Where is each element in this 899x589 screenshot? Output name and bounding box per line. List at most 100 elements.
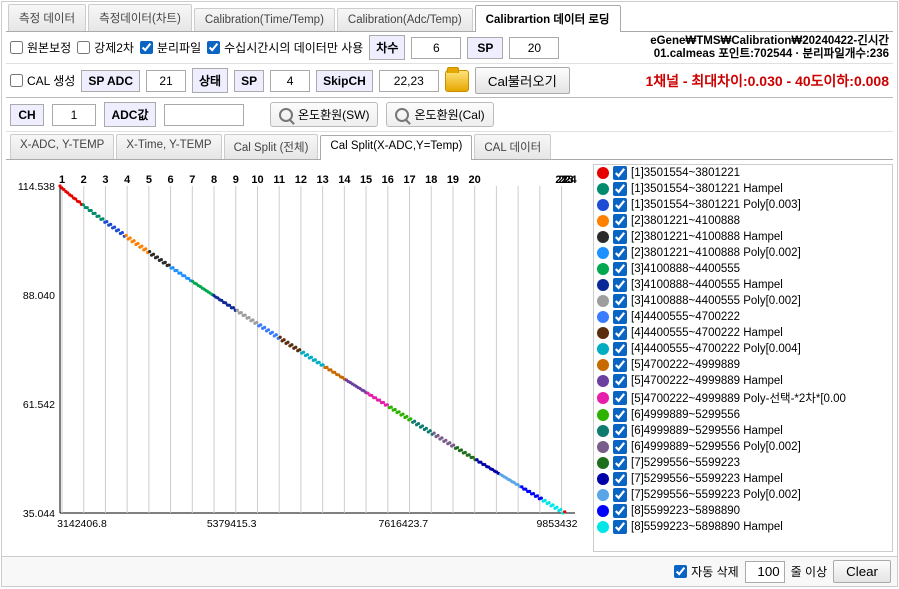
legend-item[interactable]: [6]4999889~5299556 Hampel: [594, 423, 892, 439]
legend-checkbox[interactable]: [613, 278, 627, 292]
legend-checkbox[interactable]: [613, 488, 627, 502]
val-ch[interactable]: 1: [52, 104, 96, 126]
legend-item[interactable]: [1]3501554~3801221 Hampel: [594, 181, 892, 197]
chk-auto-delete-box[interactable]: [674, 565, 687, 578]
legend-checkbox[interactable]: [613, 472, 627, 486]
legend-item[interactable]: [3]4100888~4400555 Poly[0.002]: [594, 293, 892, 309]
legend-item[interactable]: [7]5299556~5599223: [594, 455, 892, 471]
legend-label: [2]3801221~4100888: [631, 215, 740, 227]
legend-label: [4]4400555~4700222 Poly[0.004]: [631, 343, 801, 355]
legend-item[interactable]: [2]3801221~4100888 Poly[0.002]: [594, 245, 892, 261]
tab-cal-time-temp[interactable]: Calibration(Time/Temp): [194, 8, 335, 31]
legend-item[interactable]: [7]5299556~5599223 Poly[0.002]: [594, 487, 892, 503]
folder-icon[interactable]: [445, 70, 469, 92]
chk-split-file-box[interactable]: [140, 41, 153, 54]
legend-item[interactable]: [2]3801221~4100888 Hampel: [594, 229, 892, 245]
tab-cal-data-loading[interactable]: Calibrartion 데이터 로딩: [475, 5, 621, 32]
legend-item[interactable]: [3]4100888~4400555 Hampel: [594, 277, 892, 293]
legend-item[interactable]: [4]4400555~4700222: [594, 309, 892, 325]
input-lines[interactable]: [745, 561, 785, 583]
chart-plot-area[interactable]: 35.04461.54288.040114.5383142406.8537941…: [2, 160, 593, 556]
legend-item[interactable]: [5]4700222~4999889 Hampel: [594, 373, 892, 389]
legend-label: [5]4700222~4999889 Poly-선택-*2차*[0.00: [631, 390, 846, 406]
legend-checkbox[interactable]: [613, 374, 627, 388]
legend-color-dot: [597, 295, 609, 307]
svg-text:88.040: 88.040: [23, 290, 55, 302]
legend-checkbox[interactable]: [613, 520, 627, 534]
legend-checkbox[interactable]: [613, 408, 627, 422]
chk-force-2nd[interactable]: 강제2차: [77, 39, 134, 56]
subtab-cal-split-xadc-ytemp[interactable]: Cal Split(X-ADC,Y=Temp): [320, 135, 472, 160]
btn-temp-restore-sw[interactable]: 온도환원(SW): [270, 102, 378, 127]
input-adc[interactable]: [164, 104, 244, 126]
legend-item[interactable]: [4]4400555~4700222 Hampel: [594, 325, 892, 341]
legend-color-dot: [597, 409, 609, 421]
legend-label: [5]4700222~4999889 Hampel: [631, 375, 783, 387]
svg-text:20: 20: [469, 174, 481, 186]
val-sp-adc[interactable]: 21: [146, 70, 186, 92]
legend-checkbox[interactable]: [613, 166, 627, 180]
svg-text:1: 1: [59, 174, 65, 186]
legend-checkbox[interactable]: [613, 504, 627, 518]
chk-split-file[interactable]: 분리파일: [140, 39, 201, 56]
tab-cal-adc-temp[interactable]: Calibration(Adc/Temp): [337, 8, 473, 31]
legend-checkbox[interactable]: [613, 230, 627, 244]
legend-color-dot: [597, 215, 609, 227]
legend-item[interactable]: [4]4400555~4700222 Poly[0.004]: [594, 341, 892, 357]
legend-item[interactable]: [7]5299556~5599223 Hampel: [594, 471, 892, 487]
chk-original-correction[interactable]: 원본보정: [10, 39, 71, 56]
legend-item[interactable]: [1]3501554~3801221: [594, 165, 892, 181]
btn-temp-restore-cal[interactable]: 온도환원(Cal): [386, 102, 493, 127]
chk-cal-create[interactable]: CAL 생성: [10, 72, 75, 89]
chk-force-2nd-box[interactable]: [77, 41, 90, 54]
tab-measure-chart[interactable]: 측정데이터(차트): [88, 4, 192, 31]
legend-checkbox[interactable]: [613, 214, 627, 228]
legend-item[interactable]: [6]4999889~5299556: [594, 407, 892, 423]
chk-auto-delete[interactable]: 자동 삭제: [674, 563, 739, 580]
legend-checkbox[interactable]: [613, 342, 627, 356]
legend-item[interactable]: [3]4100888~4400555: [594, 261, 892, 277]
subtab-cal-data[interactable]: CAL 데이터: [474, 134, 551, 159]
btn-clear[interactable]: Clear: [833, 560, 891, 583]
legend-checkbox[interactable]: [613, 246, 627, 260]
legend-checkbox[interactable]: [613, 424, 627, 438]
chk-longtime-data-box[interactable]: [207, 41, 220, 54]
chk-longtime-data-label: 수십시간시의 데이터만 사용: [224, 39, 363, 56]
legend-item[interactable]: [6]4999889~5299556 Poly[0.002]: [594, 439, 892, 455]
subtab-xtime-ytemp[interactable]: X-Time, Y-TEMP: [116, 134, 221, 159]
val-skipch[interactable]: 22,23: [379, 70, 439, 92]
chk-cal-create-box[interactable]: [10, 74, 23, 87]
val-order[interactable]: 6: [411, 37, 461, 59]
svg-text:6: 6: [168, 174, 174, 186]
legend-checkbox[interactable]: [613, 326, 627, 340]
legend-checkbox[interactable]: [613, 294, 627, 308]
legend-checkbox[interactable]: [613, 182, 627, 196]
legend-checkbox[interactable]: [613, 262, 627, 276]
svg-text:19: 19: [447, 174, 459, 186]
val-sp2[interactable]: 4: [270, 70, 310, 92]
legend-checkbox[interactable]: [613, 440, 627, 454]
legend-item[interactable]: [2]3801221~4100888: [594, 213, 892, 229]
tab-measure-data[interactable]: 측정 데이터: [8, 4, 86, 31]
legend-checkbox[interactable]: [613, 391, 627, 405]
subtab-cal-split-all[interactable]: Cal Split (전체): [224, 134, 319, 159]
lbl-sp-adc: SP ADC: [81, 70, 140, 92]
subtab-xadc-ytemp[interactable]: X-ADC, Y-TEMP: [10, 134, 114, 159]
legend-checkbox[interactable]: [613, 456, 627, 470]
legend-checkbox[interactable]: [613, 310, 627, 324]
legend-item[interactable]: [8]5599223~5898890 Hampel: [594, 519, 892, 535]
legend-item[interactable]: [8]5599223~5898890: [594, 503, 892, 519]
legend-item[interactable]: [1]3501554~3801221 Poly[0.003]: [594, 197, 892, 213]
legend-panel[interactable]: [1]3501554~3801221[1]3501554~3801221 Ham…: [593, 164, 893, 552]
legend-checkbox[interactable]: [613, 358, 627, 372]
legend-item[interactable]: [5]4700222~4999889: [594, 357, 892, 373]
val-sp[interactable]: 20: [509, 37, 559, 59]
btn-load-cal[interactable]: Cal불러오기: [475, 67, 570, 94]
svg-text:13: 13: [317, 174, 329, 186]
chk-original-correction-box[interactable]: [10, 41, 23, 54]
chk-longtime-data[interactable]: 수십시간시의 데이터만 사용: [207, 39, 363, 56]
legend-checkbox[interactable]: [613, 198, 627, 212]
legend-label: [7]5299556~5599223 Hampel: [631, 473, 783, 485]
legend-item[interactable]: [5]4700222~4999889 Poly-선택-*2차*[0.00: [594, 389, 892, 407]
lbl-sp: SP: [467, 37, 503, 59]
